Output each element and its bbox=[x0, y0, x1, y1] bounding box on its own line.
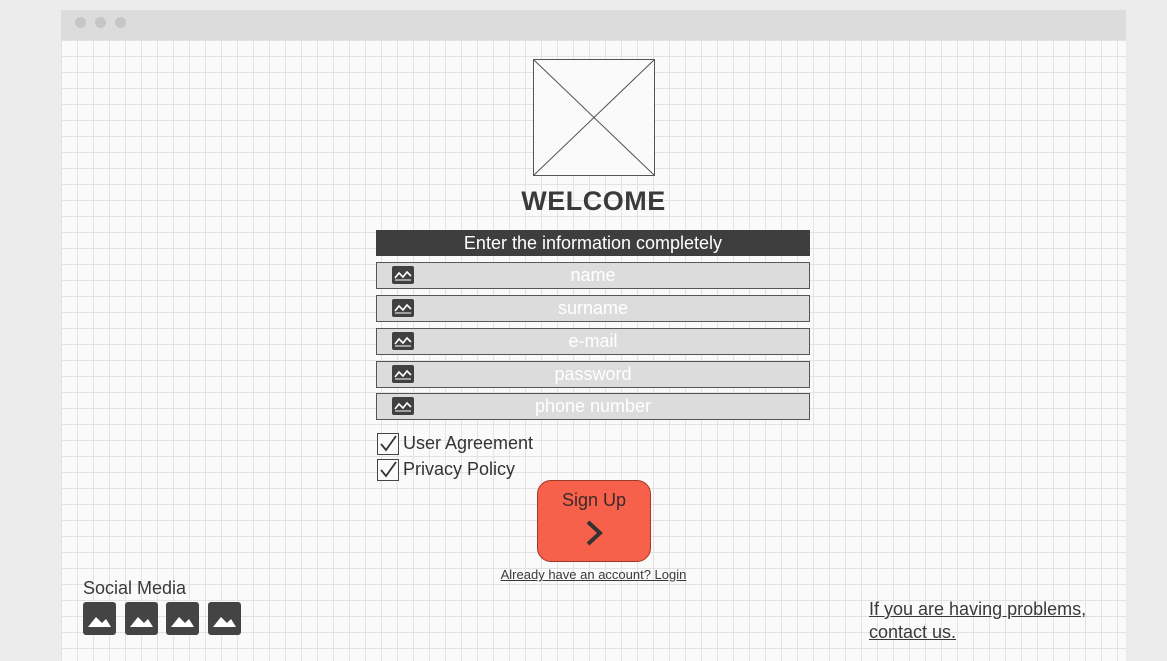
contact-help-link[interactable]: If you are having problems, contact us. bbox=[869, 598, 1119, 644]
image-icon[interactable] bbox=[208, 602, 241, 635]
social-media-heading: Social Media bbox=[83, 578, 187, 598]
phone-field[interactable] bbox=[376, 393, 810, 420]
login-link[interactable]: Already have an account? Login bbox=[61, 567, 1126, 582]
privacy-policy-label: Privacy Policy bbox=[403, 459, 516, 479]
surname-field[interactable] bbox=[376, 295, 810, 322]
name-field[interactable] bbox=[376, 262, 810, 289]
chevron-right-icon bbox=[584, 519, 604, 552]
page-title: WELCOME bbox=[521, 186, 666, 216]
password-input[interactable] bbox=[377, 362, 809, 387]
window-titlebar bbox=[61, 10, 1126, 40]
email-field[interactable] bbox=[376, 328, 810, 355]
email-input[interactable] bbox=[377, 329, 809, 354]
browser-window: WELCOME Enter the information completely bbox=[61, 10, 1126, 661]
surname-input[interactable] bbox=[377, 296, 809, 321]
user-agreement-label: User Agreement bbox=[403, 433, 534, 453]
logo-image-placeholder bbox=[533, 59, 655, 176]
name-input[interactable] bbox=[377, 263, 809, 288]
window-close-dot[interactable] bbox=[75, 17, 86, 28]
phone-input[interactable] bbox=[377, 394, 809, 419]
window-minimize-dot[interactable] bbox=[95, 17, 106, 28]
sign-up-label: Sign Up bbox=[561, 490, 627, 510]
form-instruction-banner: Enter the information completely bbox=[376, 230, 810, 256]
image-icon[interactable] bbox=[166, 602, 199, 635]
image-icon[interactable] bbox=[83, 602, 116, 635]
window-maximize-dot[interactable] bbox=[115, 17, 126, 28]
sign-up-button[interactable]: Sign Up bbox=[537, 480, 651, 562]
user-agreement-checkbox[interactable] bbox=[377, 433, 399, 455]
password-field[interactable] bbox=[376, 361, 810, 388]
image-icon[interactable] bbox=[125, 602, 158, 635]
privacy-policy-checkbox[interactable] bbox=[377, 459, 399, 481]
